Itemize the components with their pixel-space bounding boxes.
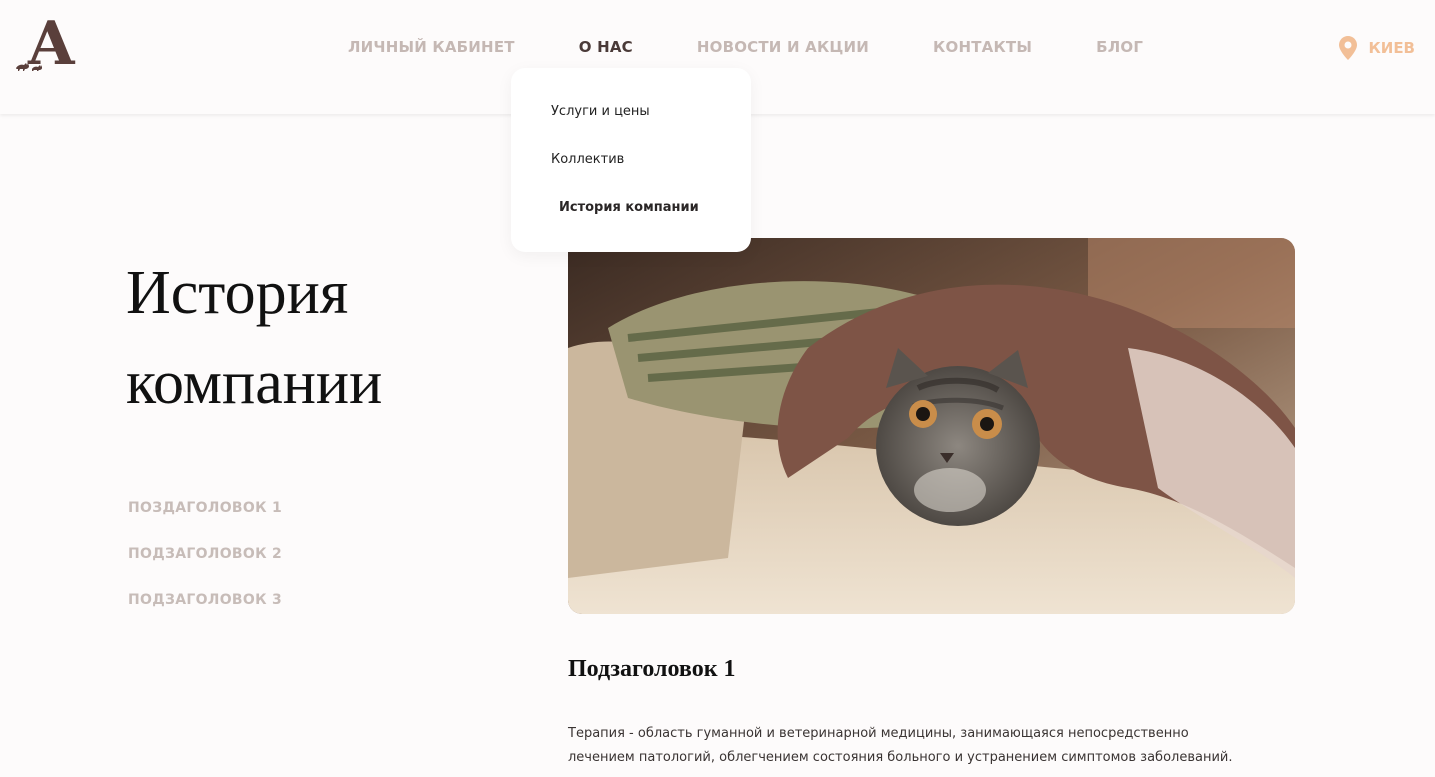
main-nav: ЛИЧНЫЙ КАБИНЕТ О НАС НОВОСТИ И АКЦИИ КОН… xyxy=(348,38,1207,60)
nav-item-about[interactable]: О НАС xyxy=(579,38,633,60)
article-paragraph: Терапия - область гуманной и ветеринарно… xyxy=(568,726,1233,765)
logo[interactable]: A xyxy=(14,14,84,76)
dropdown-item-history[interactable]: История компании xyxy=(559,200,699,215)
nav-item-contacts[interactable]: КОНТАКТЫ xyxy=(933,38,1032,60)
subnav-item-2[interactable]: ПОДЗАГОЛОВОК 2 xyxy=(128,546,282,562)
nav-item-news[interactable]: НОВОСТИ И АКЦИИ xyxy=(697,38,869,60)
subnav-item-3[interactable]: ПОДЗАГОЛОВОК 3 xyxy=(128,592,282,608)
section-subnav: ПОЗДАГОЛОВОК 1 ПОДЗАГОЛОВОК 2 ПОДЗАГОЛОВ… xyxy=(128,500,282,638)
section-title: Подзаголовок 1 xyxy=(568,656,736,682)
nav-item-blog[interactable]: БЛОГ xyxy=(1096,38,1143,60)
page-title: История компании xyxy=(126,259,383,417)
hero-image xyxy=(568,238,1295,614)
map-pin-icon xyxy=(1338,36,1357,60)
cat-silhouette-icon xyxy=(16,63,42,71)
dropdown-item-services[interactable]: Услуги и цены xyxy=(551,104,650,119)
subnav-item-1[interactable]: ПОЗДАГОЛОВОК 1 xyxy=(128,500,282,516)
nav-item-account[interactable]: ЛИЧНЫЙ КАБИНЕТ xyxy=(348,38,515,60)
dropdown-item-team[interactable]: Коллектив xyxy=(551,152,624,167)
about-dropdown-menu: Услуги и цены Коллектив История компании xyxy=(511,68,751,252)
city-label: КИЕВ xyxy=(1368,39,1416,57)
city-selector[interactable]: КИЕВ xyxy=(1338,36,1416,60)
